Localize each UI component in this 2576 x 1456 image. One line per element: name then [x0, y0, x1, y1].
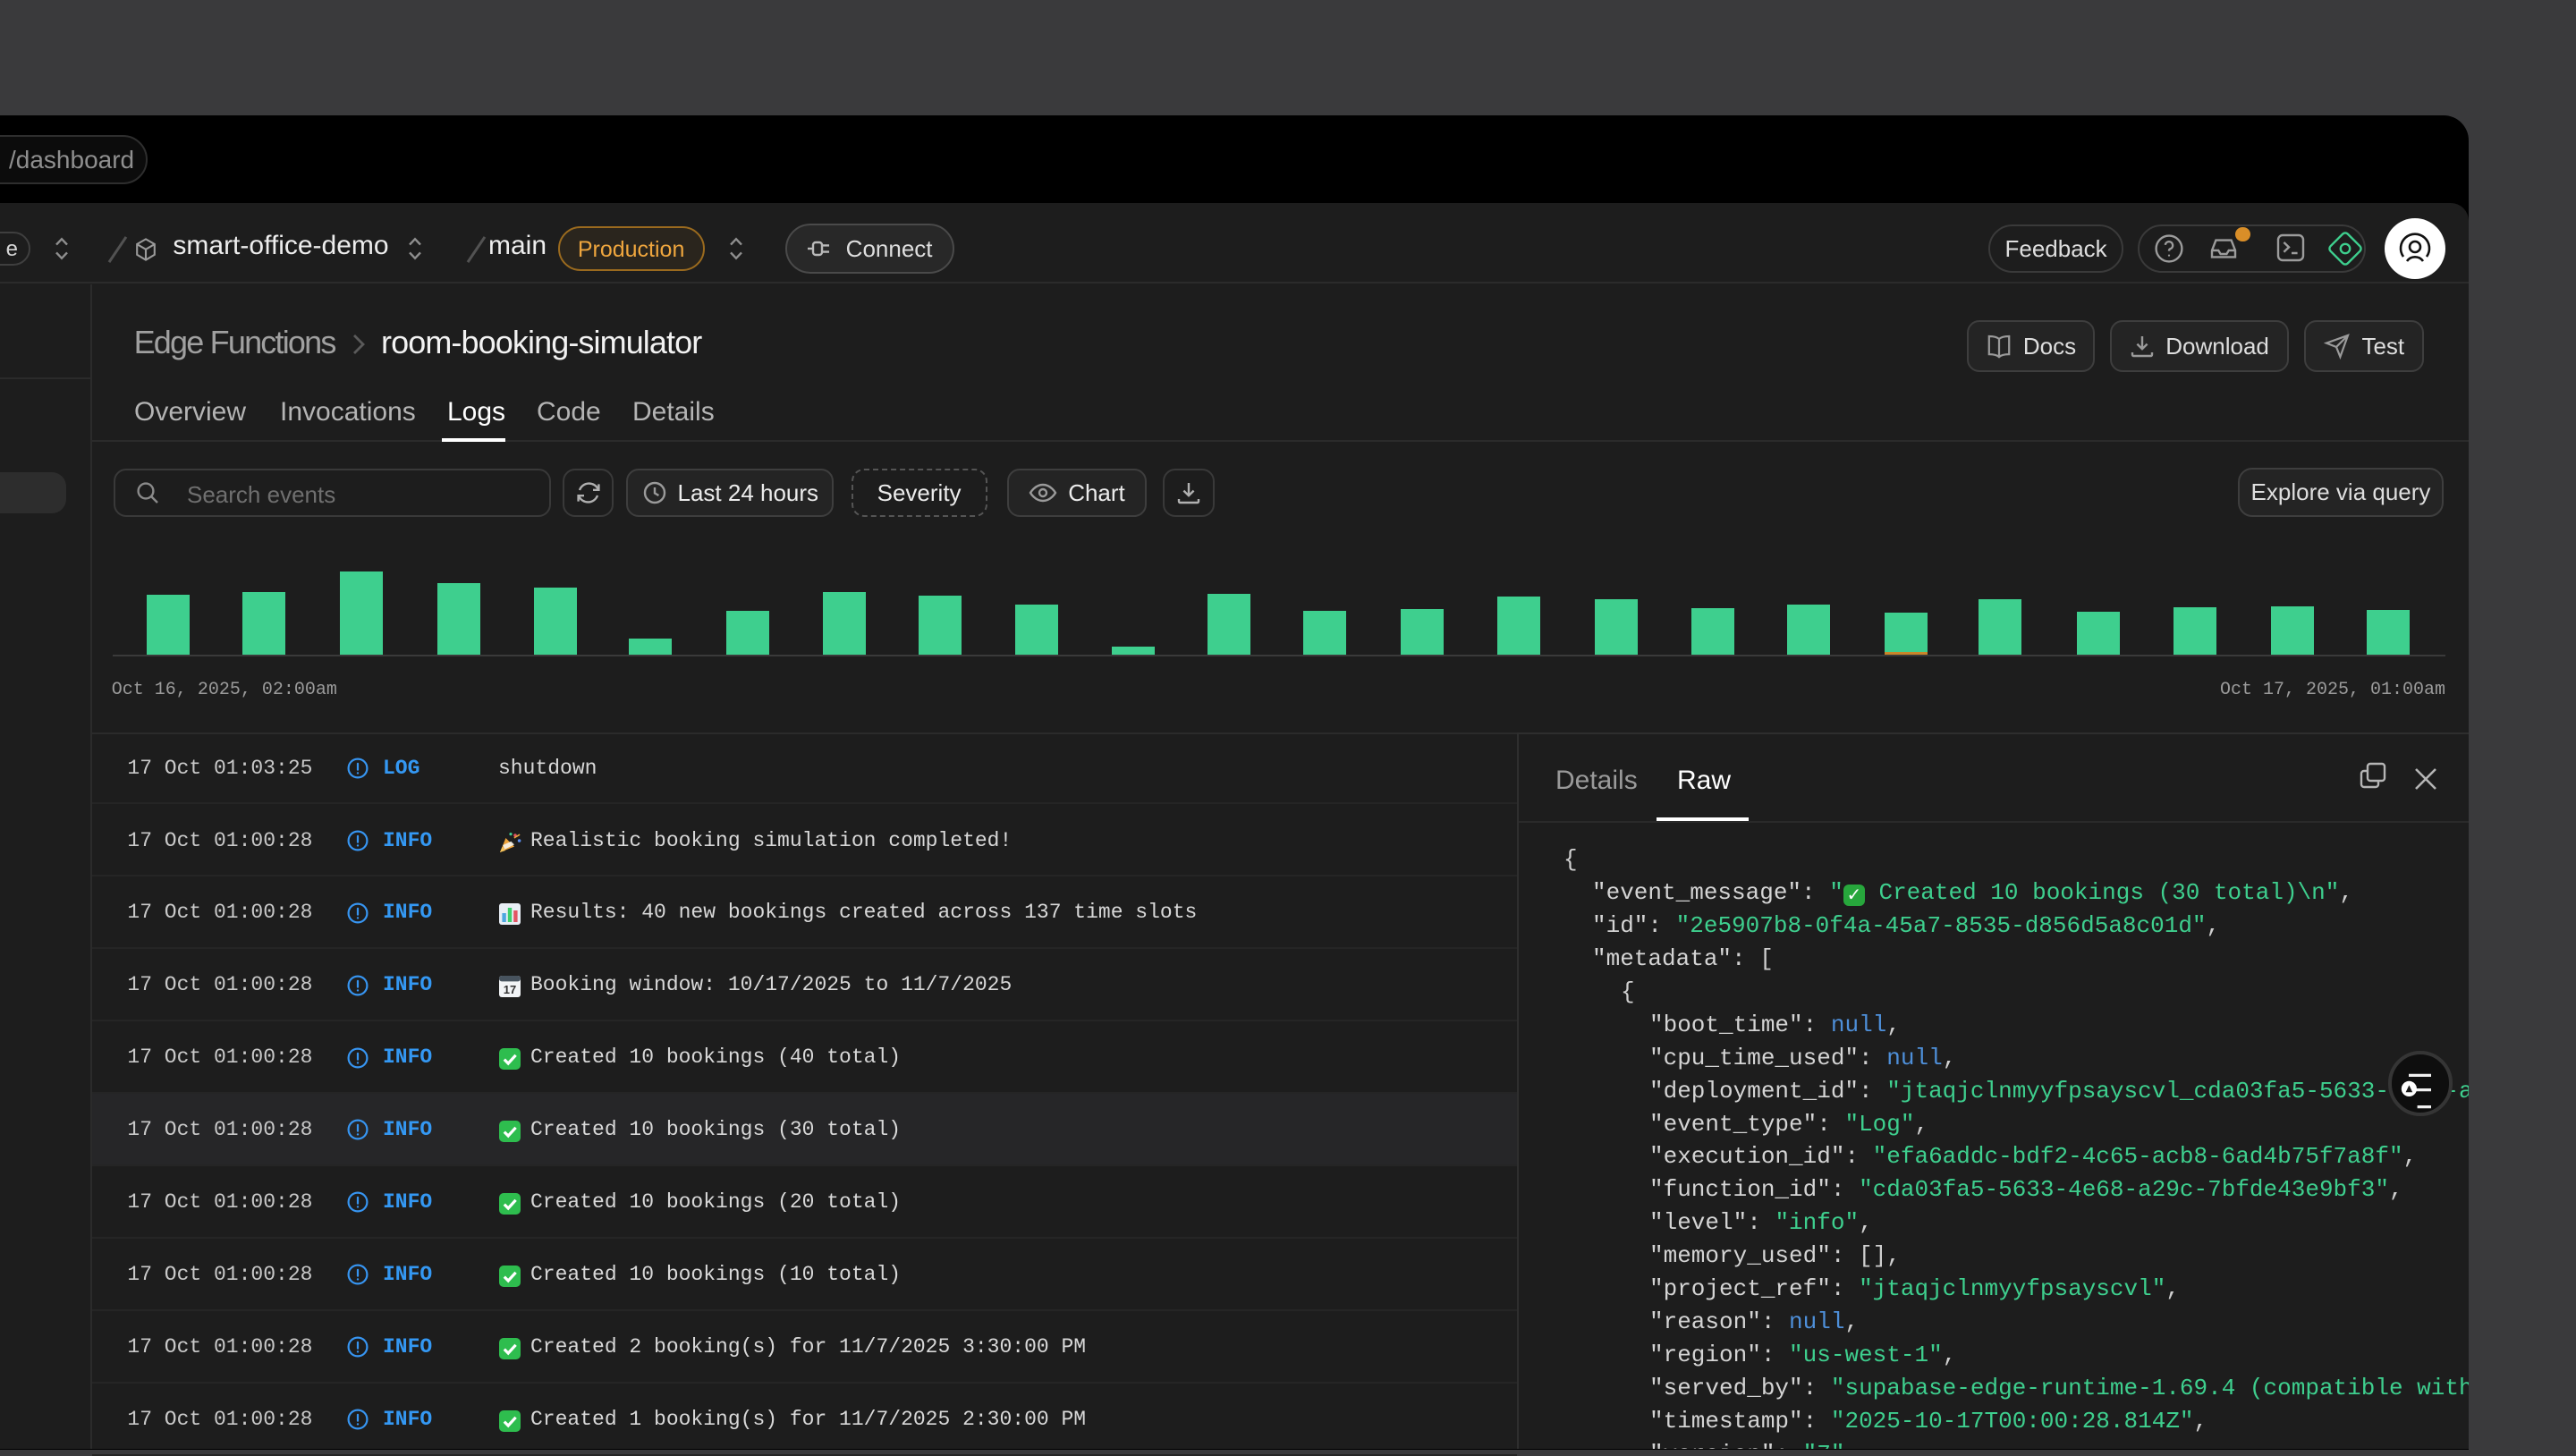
- svg-text:17: 17: [504, 983, 516, 996]
